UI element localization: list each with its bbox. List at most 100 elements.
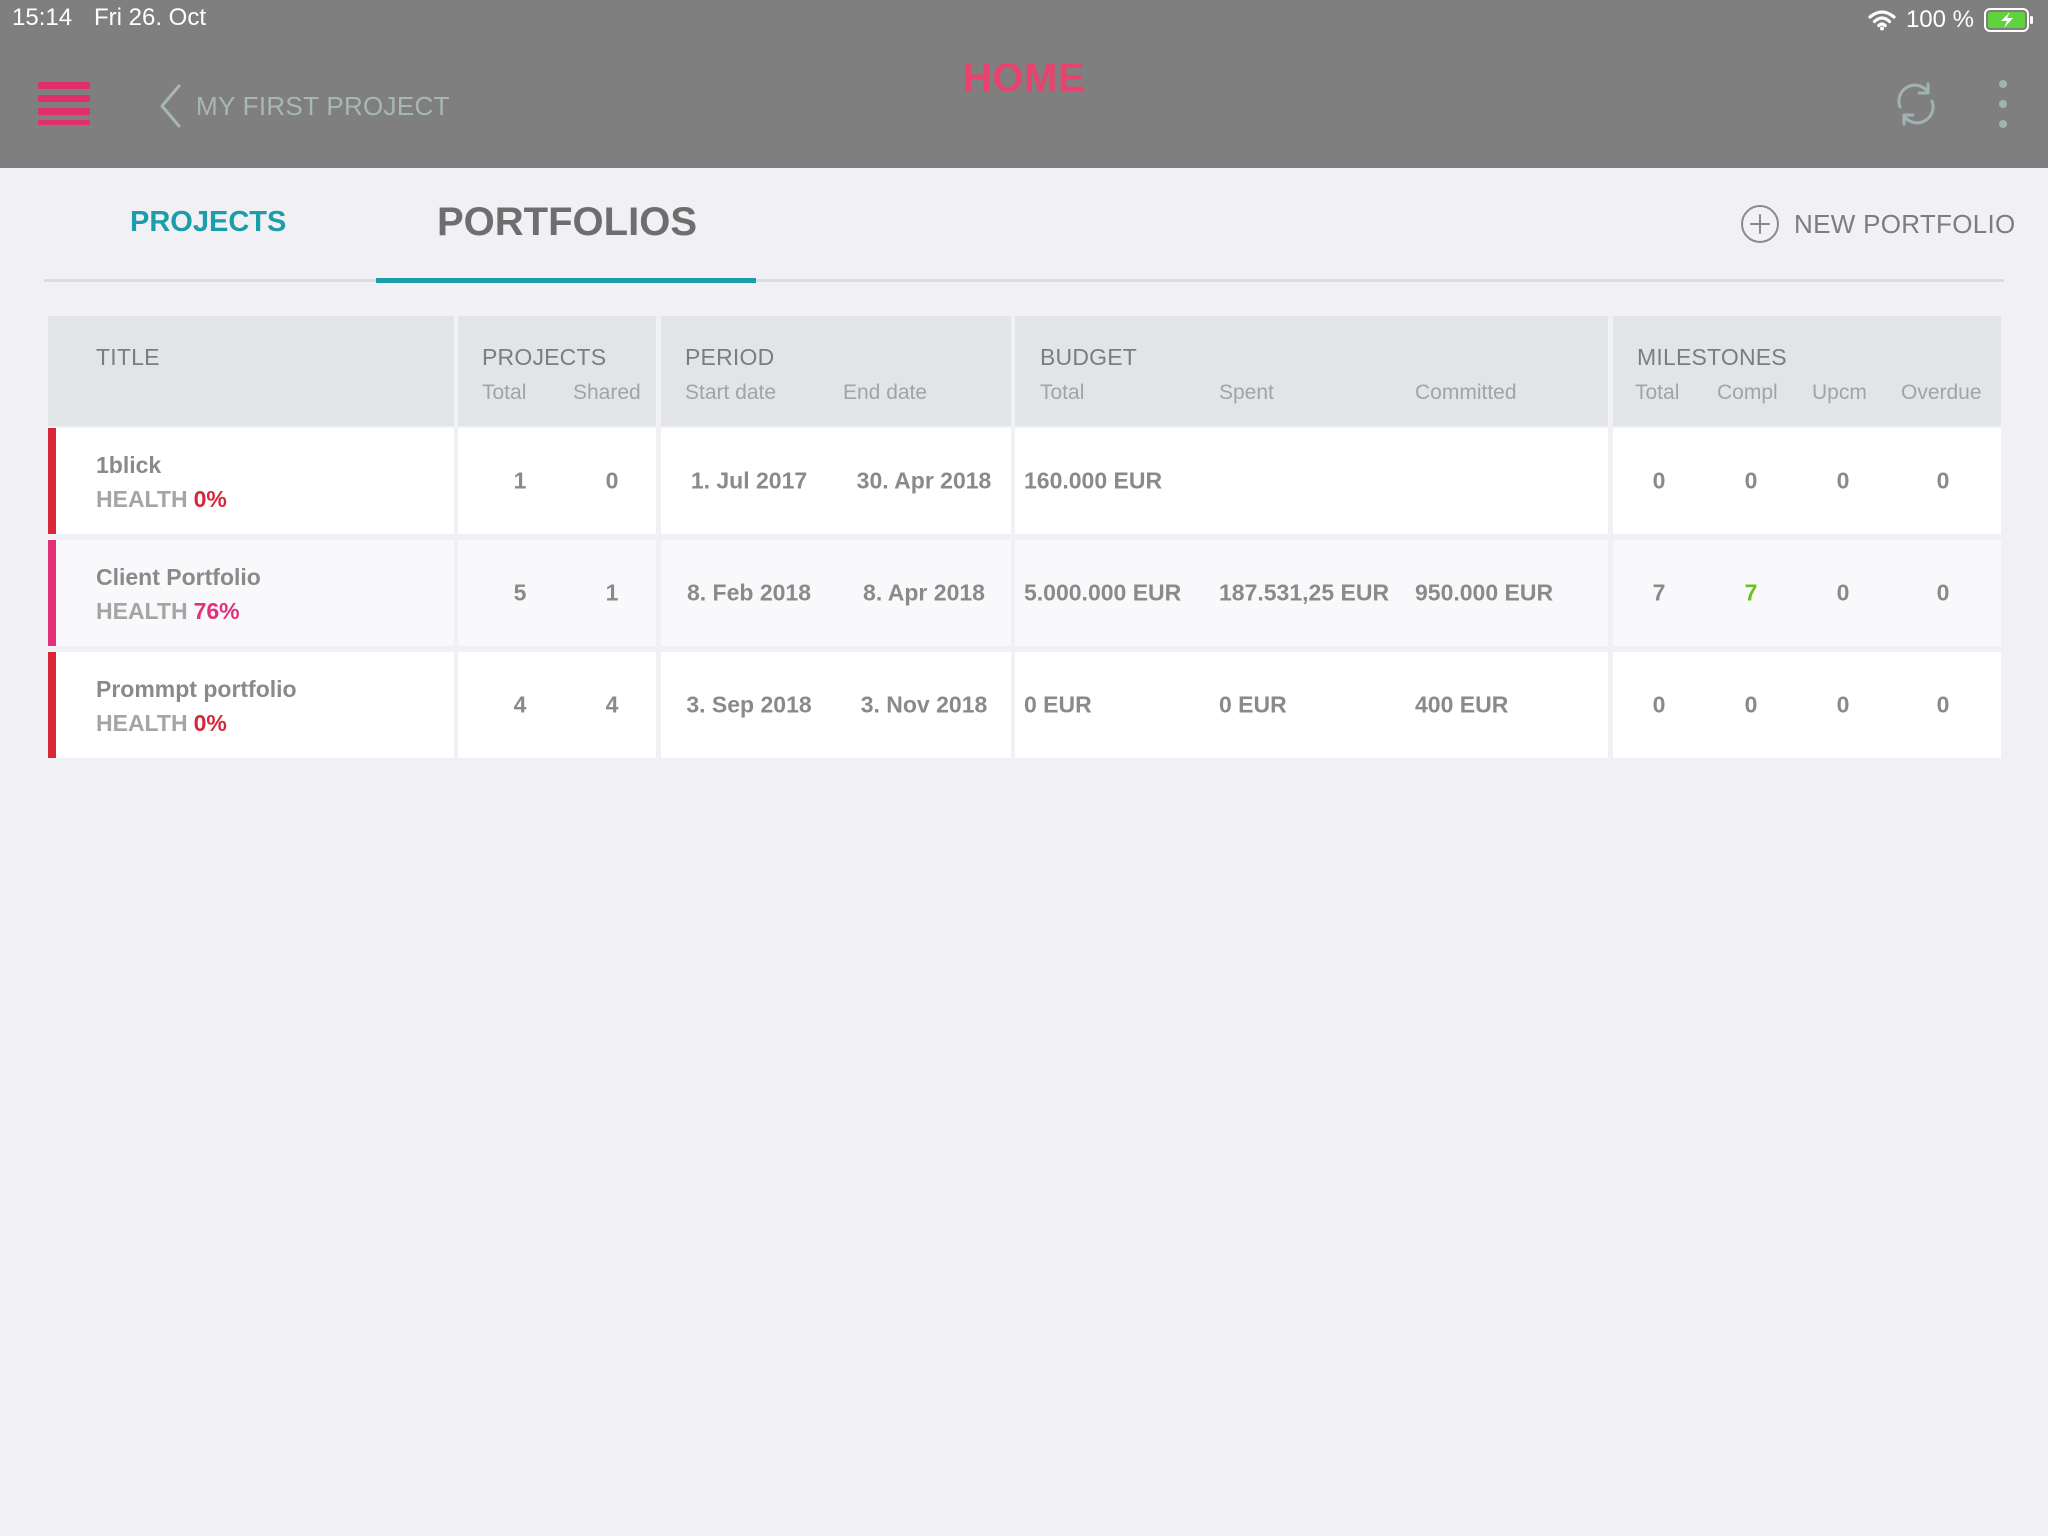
health-label: HEALTH	[96, 710, 188, 736]
health-label: HEALTH	[96, 486, 188, 512]
portfolio-name: Prommpt portfolio	[96, 676, 297, 702]
period-end: 3. Nov 2018	[860, 691, 988, 718]
budget-spent: 187.531,25 EUR	[1219, 579, 1390, 606]
header-milestones-overdue: Overdue	[1901, 381, 1982, 404]
milestones-upcoming: 0	[1836, 467, 1850, 494]
wifi-icon	[1868, 10, 1896, 31]
cell-projects: 5 1	[458, 540, 656, 646]
milestones-completed: 7	[1744, 579, 1758, 606]
health-info: HEALTH 0%	[96, 486, 227, 513]
cell-budget: 160.000 EUR	[1015, 428, 1608, 534]
health-indicator-bar	[48, 540, 56, 646]
milestones-upcoming: 0	[1836, 691, 1850, 718]
status-time: 15:14	[12, 4, 73, 31]
cell-projects: 1 0	[458, 428, 656, 534]
header-projects-shared: Shared	[573, 381, 641, 404]
header-budget-label: BUDGET	[1040, 344, 1138, 370]
header-budget[interactable]: BUDGET Total Spent Committed	[1015, 316, 1608, 426]
cell-title: Client Portfolio HEALTH 76%	[48, 540, 454, 646]
header-projects[interactable]: PROJECTS Total Shared	[458, 316, 656, 426]
table-row[interactable]: 1blick HEALTH 0% 1 0 1. Jul 2017 30. Apr …	[48, 428, 2001, 534]
milestones-overdue: 0	[1936, 579, 1950, 606]
milestones-total: 0	[1652, 691, 1666, 718]
header-period-end: End date	[843, 381, 928, 404]
header-period-label: PERIOD	[685, 344, 775, 370]
tab-projects[interactable]: PROJECTS	[130, 206, 286, 239]
budget-total: 0 EUR	[1024, 691, 1092, 718]
table-row[interactable]: Prommpt portfolio HEALTH 0% 4 4 3. Sep 20…	[48, 652, 2001, 758]
milestones-total: 7	[1652, 579, 1666, 606]
health-value: 0%	[193, 710, 227, 736]
tab-divider	[44, 279, 2004, 282]
budget-total: 160.000 EUR	[1024, 467, 1163, 494]
plus-circle-icon	[1741, 205, 1779, 243]
header-title-label: TITLE	[96, 344, 160, 370]
health-info: HEALTH 76%	[96, 598, 240, 625]
health-info: HEALTH 0%	[96, 710, 227, 737]
cell-milestones: 0 0 0 0	[1613, 428, 2001, 534]
period-start: 1. Jul 2017	[690, 467, 808, 494]
health-value: 76%	[193, 598, 240, 624]
budget-total: 5.000.000 EUR	[1024, 579, 1182, 606]
period-end: 30. Apr 2018	[856, 467, 992, 494]
header-projects-label: PROJECTS	[482, 344, 607, 370]
budget-committed: 950.000 EUR	[1415, 579, 1554, 606]
milestones-total: 0	[1652, 467, 1666, 494]
cell-period: 8. Feb 2018 8. Apr 2018	[661, 540, 1011, 646]
milestones-completed: 0	[1744, 691, 1758, 718]
battery-charging-icon	[1984, 8, 2033, 32]
header-milestones-upcm: Upcm	[1812, 381, 1867, 404]
cell-title: 1blick HEALTH 0%	[48, 428, 454, 534]
new-portfolio-button[interactable]: NEW PORTFOLIO	[1740, 204, 2016, 244]
milestones-completed: 0	[1744, 467, 1758, 494]
health-value: 0%	[193, 486, 227, 512]
cell-milestones: 7 7 0 0	[1613, 540, 2001, 646]
portfolio-name: 1blick	[96, 452, 162, 478]
header-milestones[interactable]: MILESTONES Total Compl Upcm Overdue	[1613, 316, 2001, 426]
battery-percentage: 100 %	[1905, 6, 1974, 33]
cell-title: Prommpt portfolio HEALTH 0%	[48, 652, 454, 758]
health-indicator-bar	[48, 428, 56, 534]
new-portfolio-label: NEW PORTFOLIO	[1794, 208, 2016, 239]
projects-total: 1	[513, 467, 527, 494]
cell-budget: 0 EUR 0 EUR 400 EUR	[1015, 652, 1608, 758]
projects-shared: 0	[605, 467, 619, 494]
projects-total: 4	[513, 691, 527, 718]
cell-budget: 5.000.000 EUR 187.531,25 EUR 950.000 EUR	[1015, 540, 1608, 646]
portfolio-name: Client Portfolio	[96, 564, 261, 590]
header-period-start: Start date	[685, 381, 777, 404]
period-start: 8. Feb 2018	[686, 579, 812, 606]
header-budget-committed: Committed	[1415, 381, 1517, 404]
active-tab-indicator	[376, 278, 756, 283]
page-title: HOME	[963, 56, 1085, 100]
table-row[interactable]: Client Portfolio HEALTH 76% 5 1 8. Feb 20…	[48, 540, 2001, 646]
milestones-overdue: 0	[1936, 691, 1950, 718]
top-bar: 15:14 Fri 26. Oct 100 % MY FIRST PROJECT…	[0, 0, 2048, 168]
header-milestones-compl: Compl	[1717, 381, 1778, 404]
budget-spent: 0 EUR	[1219, 691, 1287, 718]
cell-projects: 4 4	[458, 652, 656, 758]
status-indicators: 100 %	[1868, 4, 2034, 36]
status-date: Fri 26. Oct	[94, 4, 207, 31]
more-vertical-icon[interactable]	[1992, 78, 2014, 130]
projects-shared: 4	[605, 691, 619, 718]
header-milestones-label: MILESTONES	[1637, 344, 1787, 370]
cell-milestones: 0 0 0 0	[1613, 652, 2001, 758]
health-indicator-bar	[48, 652, 56, 758]
cell-period: 3. Sep 2018 3. Nov 2018	[661, 652, 1011, 758]
projects-total: 5	[513, 579, 527, 606]
milestones-overdue: 0	[1936, 467, 1950, 494]
sync-icon[interactable]	[1892, 80, 1940, 128]
header-budget-total: Total	[1040, 381, 1085, 404]
health-label: HEALTH	[96, 598, 188, 624]
projects-shared: 1	[605, 579, 619, 606]
tab-portfolios[interactable]: PORTFOLIOS	[437, 200, 697, 245]
period-start: 3. Sep 2018	[686, 691, 812, 718]
header-period[interactable]: PERIOD Start date End date	[661, 316, 1011, 426]
milestones-upcoming: 0	[1836, 579, 1850, 606]
header-title[interactable]: TITLE	[48, 316, 454, 426]
header-milestones-total: Total	[1635, 381, 1680, 404]
budget-committed: 400 EUR	[1415, 691, 1509, 718]
header-budget-spent: Spent	[1219, 381, 1274, 404]
header-projects-total: Total	[482, 381, 527, 404]
